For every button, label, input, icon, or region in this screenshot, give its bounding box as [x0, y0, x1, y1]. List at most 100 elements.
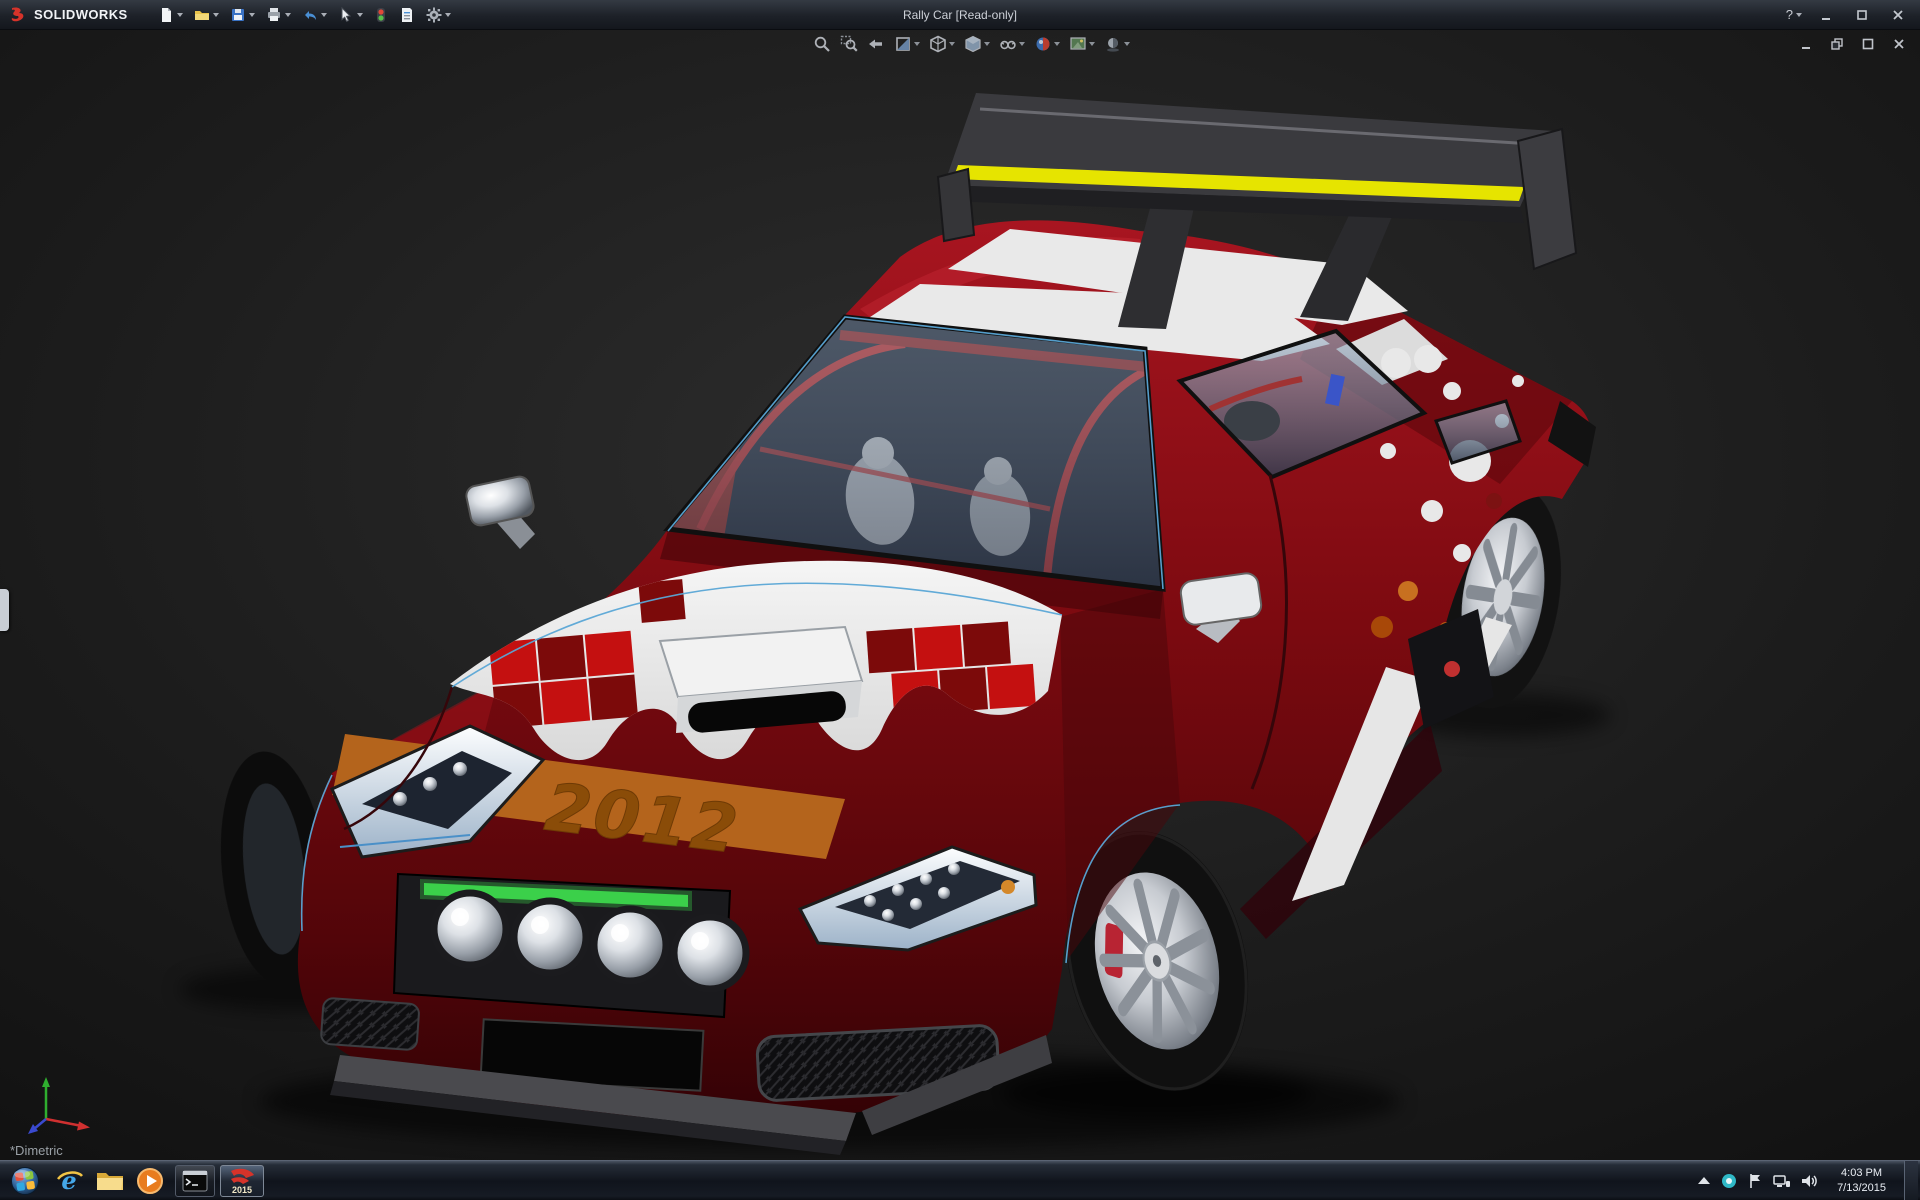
svg-text:2015: 2015: [232, 1185, 252, 1195]
file-properties-button[interactable]: [395, 5, 419, 25]
select-caret[interactable]: [357, 13, 363, 17]
svg-text:e: e: [61, 1167, 76, 1195]
minimize-icon: [1820, 9, 1832, 21]
taskbar-clock[interactable]: 4:03 PM 7/13/2015: [1829, 1166, 1894, 1195]
edit-appearance-icon: [1034, 35, 1052, 53]
options-button[interactable]: [422, 5, 455, 25]
new-caret[interactable]: [177, 13, 183, 17]
solidworks-logo-icon: [10, 7, 28, 23]
minimize-button[interactable]: [1814, 6, 1838, 24]
show-hidden-icons-caret[interactable]: [1697, 1176, 1711, 1186]
open-folder-icon: [194, 7, 210, 23]
internet-explorer-icon: e: [56, 1167, 84, 1195]
app-name: SOLIDWORKS: [34, 7, 128, 22]
taskbar-media-player-button[interactable]: [130, 1165, 170, 1197]
titlebar-controls: ?: [1786, 6, 1920, 24]
solidworks-taskbar-icon: 2015: [227, 1167, 257, 1195]
new-document-icon: [158, 7, 174, 23]
front-grille: [394, 874, 746, 1017]
graphics-area[interactable]: 2012: [0, 29, 1920, 1161]
section-view-button[interactable]: [893, 34, 921, 54]
view-settings-button[interactable]: [1103, 34, 1131, 54]
windows-start-icon: [9, 1165, 41, 1197]
folder-icon: [96, 1169, 124, 1193]
close-icon: [1892, 9, 1904, 21]
media-player-icon: [136, 1167, 164, 1195]
help-button[interactable]: ?: [1786, 7, 1802, 22]
rally-car-model: 2012: [0, 29, 1920, 1161]
vent-light: [1444, 661, 1460, 677]
options-gear-icon: [426, 7, 442, 23]
save-button[interactable]: [226, 5, 259, 25]
zoom-to-area-button[interactable]: [839, 34, 859, 54]
apply-scene-icon: [1069, 35, 1087, 53]
close-button[interactable]: [1886, 6, 1910, 24]
apply-scene-button[interactable]: [1068, 34, 1096, 54]
new-button[interactable]: [154, 5, 187, 25]
display-style-caret[interactable]: [984, 42, 990, 46]
view-orientation-label: *Dimetric: [10, 1143, 63, 1158]
view-orientation-icon: [929, 35, 947, 53]
view-orientation-button[interactable]: [928, 34, 956, 54]
featuremanager-collapsed-tab[interactable]: [0, 589, 9, 631]
help-glyph: ?: [1786, 7, 1793, 22]
options-caret[interactable]: [445, 13, 451, 17]
taskbar-command-prompt-button[interactable]: [175, 1165, 215, 1197]
open-caret[interactable]: [213, 13, 219, 17]
view-orientation-caret[interactable]: [949, 42, 955, 46]
solidworks-logo: SOLIDWORKS: [0, 7, 138, 23]
doc-maximize-button[interactable]: [1857, 35, 1879, 52]
print-caret[interactable]: [285, 13, 291, 17]
system-tray: 4:03 PM 7/13/2015: [1697, 1161, 1920, 1200]
rebuild-icon: [374, 7, 388, 23]
apply-scene-caret[interactable]: [1089, 42, 1095, 46]
clock-date: 7/13/2015: [1837, 1181, 1886, 1195]
clock-time: 4:03 PM: [1837, 1166, 1886, 1180]
tray-app-icon[interactable]: [1721, 1173, 1737, 1189]
taskbar-ie-button[interactable]: e: [50, 1165, 90, 1197]
taskbar-solidworks-button[interactable]: 2015: [220, 1165, 264, 1197]
titlebar: SOLIDWORKS: [0, 0, 1920, 30]
doc-minimize-button[interactable]: [1795, 35, 1817, 52]
open-button[interactable]: [190, 5, 223, 25]
doc-close-button[interactable]: [1888, 35, 1910, 52]
display-style-button[interactable]: [963, 34, 991, 54]
maximize-button[interactable]: [1850, 6, 1874, 24]
zoom-to-area-icon: [840, 35, 858, 53]
heads-up-view-toolbar: [812, 34, 1131, 54]
edit-appearance-caret[interactable]: [1054, 42, 1060, 46]
command-prompt-icon: [182, 1170, 208, 1192]
undo-icon: [302, 7, 318, 23]
zoom-to-fit-button[interactable]: [812, 34, 832, 54]
start-button[interactable]: [0, 1161, 50, 1200]
show-desktop-button[interactable]: [1904, 1161, 1918, 1200]
maximize-icon: [1856, 9, 1868, 21]
help-caret[interactable]: [1796, 13, 1802, 17]
select-button[interactable]: [334, 5, 367, 25]
hide-show-items-caret[interactable]: [1019, 42, 1025, 46]
hide-show-items-button[interactable]: [998, 34, 1026, 54]
network-icon[interactable]: [1773, 1173, 1791, 1189]
view-settings-caret[interactable]: [1124, 42, 1130, 46]
undo-caret[interactable]: [321, 13, 327, 17]
doc-restore-button[interactable]: [1826, 35, 1848, 52]
view-settings-icon: [1104, 35, 1122, 53]
taskbar-explorer-button[interactable]: [90, 1165, 130, 1197]
quick-access-toolbar: [154, 5, 455, 25]
action-center-flag-icon[interactable]: [1747, 1173, 1763, 1189]
doc-maximize-icon: [1861, 37, 1875, 51]
volume-icon[interactable]: [1801, 1173, 1819, 1189]
previous-view-icon: [867, 35, 885, 53]
print-button[interactable]: [262, 5, 295, 25]
rebuild-button[interactable]: [370, 5, 392, 25]
undo-button[interactable]: [298, 5, 331, 25]
print-icon: [266, 7, 282, 23]
save-caret[interactable]: [249, 13, 255, 17]
file-properties-icon: [399, 7, 415, 23]
hood-scoop: [660, 627, 862, 734]
hide-show-items-icon: [999, 35, 1017, 53]
previous-view-button[interactable]: [866, 34, 886, 54]
document-window-controls: [1795, 35, 1910, 52]
edit-appearance-button[interactable]: [1033, 34, 1061, 54]
section-view-caret[interactable]: [914, 42, 920, 46]
